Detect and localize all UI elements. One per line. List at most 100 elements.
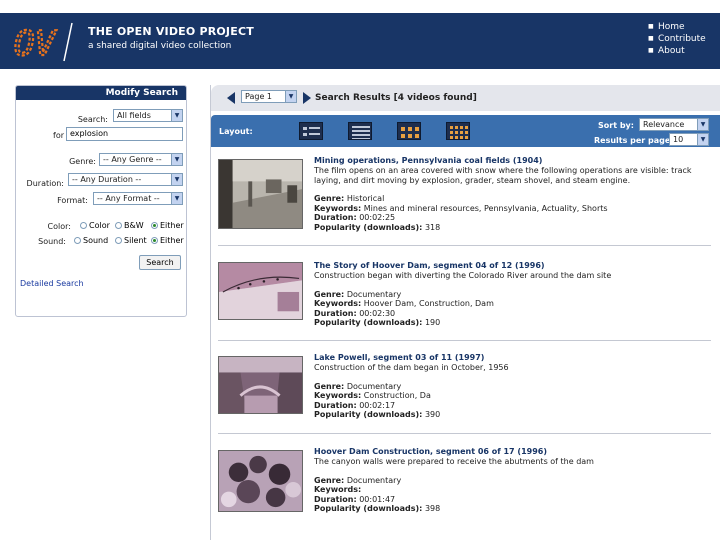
results-toolbar: Layout: Sort by: Relevance ▼ Results per… (211, 115, 720, 147)
for-label: for (53, 131, 64, 140)
chevron-down-icon: ▼ (171, 193, 182, 204)
top-nav: Home Contribute About (648, 21, 706, 57)
detailed-search-link[interactable]: Detailed Search (20, 279, 84, 288)
color-option-color[interactable]: Color (80, 221, 110, 230)
sound-option-either[interactable]: Either (151, 236, 184, 245)
site-header: OV THE OPEN VIDEO PROJECT a shared digit… (0, 13, 720, 69)
results-per-page-select[interactable]: 10 ▼ (669, 133, 709, 146)
result-description: The canyon walls were prepared to receiv… (314, 457, 594, 466)
result-description: The film opens on an area covered with s… (314, 166, 692, 185)
nav-contribute[interactable]: Contribute (648, 33, 706, 45)
chevron-down-icon: ▼ (697, 119, 708, 130)
result-genre: Genre: Documentary (314, 381, 402, 391)
result-genre: Genre: Documentary (314, 475, 402, 485)
duration-value: -- Any Duration -- (72, 175, 142, 184)
radio-icon (115, 222, 122, 229)
result-title-link[interactable]: Mining operations, Pennsylvania coal fie… (314, 156, 542, 165)
format-select[interactable]: -- Any Format -- ▼ (93, 192, 183, 205)
layout-label: Layout: (219, 127, 253, 136)
sort-select[interactable]: Relevance ▼ (639, 118, 709, 131)
results-panel: Page 1 ▼ Search Results [4 videos found]… (210, 85, 720, 540)
duration-label: Duration: (26, 179, 64, 188)
page: OV THE OPEN VIDEO PROJECT a shared digit… (0, 0, 720, 540)
result-info: Lake Powell, segment 03 of 11 (1997) Con… (314, 353, 709, 420)
result-divider (218, 433, 711, 434)
result-divider (218, 245, 711, 246)
result-keywords: Keywords: (314, 485, 362, 494)
sound-label: Sound: (38, 237, 66, 246)
video-thumbnail[interactable] (218, 450, 303, 512)
results-count: [4 videos found] (393, 93, 477, 103)
search-button[interactable]: Search (139, 255, 181, 270)
sort-value: Relevance (643, 120, 685, 129)
genre-value: -- Any Genre -- (103, 155, 162, 164)
sound-option-sound[interactable]: Sound (74, 236, 108, 245)
brand-title: THE OPEN VIDEO PROJECT (88, 25, 254, 38)
result-popularity: Popularity (downloads): 398 (314, 504, 441, 513)
result-title-link[interactable]: The Story of Hoover Dam, segment 04 of 1… (314, 261, 545, 270)
genre-select[interactable]: -- Any Genre -- ▼ (99, 153, 183, 166)
video-thumbnail[interactable] (218, 356, 303, 414)
chevron-down-icon: ▼ (171, 154, 182, 165)
result-duration: Duration: 00:02:30 (314, 308, 396, 318)
result-description: Construction of the dam began in October… (314, 363, 509, 372)
result-info: The Story of Hoover Dam, segment 04 of 1… (314, 261, 709, 328)
results-title: Search Results [4 videos found] (315, 93, 477, 103)
duration-select[interactable]: -- Any Duration -- ▼ (68, 173, 183, 186)
result-duration: Duration: 00:02:25 (314, 213, 396, 222)
layout-grid-icon[interactable] (397, 122, 421, 140)
result-popularity: Popularity (downloads): 318 (314, 222, 441, 232)
format-value: -- Any Format -- (97, 194, 160, 203)
previous-page-icon[interactable] (227, 92, 235, 104)
result-title-link[interactable]: Lake Powell, segment 03 of 11 (1997) (314, 353, 484, 362)
page-value: Page 1 (245, 92, 272, 101)
result-description: Construction began with diverting the Co… (314, 271, 612, 280)
search-field-value: All fields (117, 111, 151, 120)
result-info: Hoover Dam Construction, segment 06 of 1… (314, 447, 709, 514)
radio-icon (74, 237, 81, 244)
chevron-down-icon: ▼ (285, 91, 296, 102)
chevron-down-icon: ▼ (171, 110, 182, 121)
results-header-bar: Page 1 ▼ Search Results [4 videos found] (211, 85, 720, 111)
result-popularity: Popularity (downloads): 190 (314, 318, 441, 327)
genre-label: Genre: (69, 157, 96, 166)
layout-thumbnail-grid-icon[interactable] (446, 122, 470, 140)
result-keywords: Keywords: Construction, Da (314, 391, 431, 400)
modify-search-panel: Modify Search Search: All fields ▼ for e… (15, 85, 187, 317)
color-option-bw[interactable]: B&W (115, 221, 144, 230)
radio-icon (80, 222, 87, 229)
result-info: Mining operations, Pennsylvania coal fie… (314, 156, 709, 232)
results-per-page-label: Results per page: (594, 136, 674, 145)
chevron-down-icon: ▼ (171, 174, 182, 185)
result-duration: Duration: 00:02:17 (314, 400, 396, 410)
layout-text-icon[interactable] (348, 122, 372, 140)
results-per-page-value: 10 (673, 135, 684, 144)
page-select[interactable]: Page 1 ▼ (241, 90, 297, 103)
nav-home[interactable]: Home (648, 21, 706, 33)
result-keywords: Keywords: Hoover Dam, Construction, Dam (314, 299, 494, 308)
result-genre: Genre: Historical (314, 194, 385, 203)
radio-selected-icon (151, 237, 158, 244)
sound-option-silent[interactable]: Silent (115, 236, 147, 245)
nav-about[interactable]: About (648, 45, 706, 57)
search-field-select[interactable]: All fields ▼ (113, 109, 183, 122)
chevron-down-icon: ▼ (697, 134, 708, 145)
next-page-icon[interactable] (303, 92, 311, 104)
color-label: Color: (47, 222, 71, 231)
result-title-link[interactable]: Hoover Dam Construction, segment 06 of 1… (314, 447, 547, 456)
brand-subtitle: a shared digital video collection (88, 41, 232, 51)
format-label: Format: (57, 196, 88, 205)
result-duration: Duration: 00:01:47 (314, 494, 396, 504)
video-thumbnail[interactable] (218, 262, 303, 320)
panel-heading: Modify Search (16, 86, 186, 100)
ov-logo[interactable]: OV (12, 19, 80, 65)
result-popularity: Popularity (downloads): 390 (314, 410, 441, 419)
color-option-either[interactable]: Either (151, 221, 184, 230)
radio-selected-icon (151, 222, 158, 229)
sort-label: Sort by: (598, 121, 634, 130)
result-keywords: Keywords: Mines and mineral resources, P… (314, 203, 608, 213)
radio-icon (115, 237, 122, 244)
layout-list-icon[interactable] (299, 122, 323, 140)
search-input[interactable]: explosion (66, 127, 183, 141)
video-thumbnail[interactable] (218, 159, 303, 229)
